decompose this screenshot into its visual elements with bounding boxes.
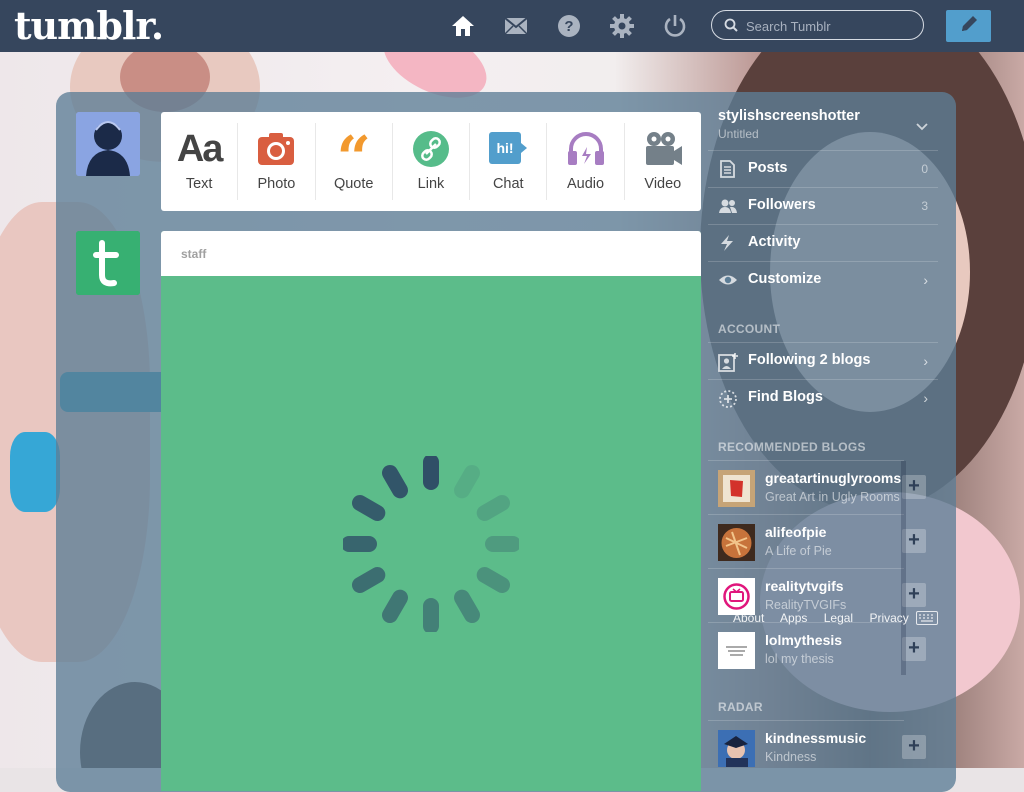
post-type-chat[interactable]: hi! Chat xyxy=(470,123,548,200)
link-icon xyxy=(412,129,450,169)
blog-description: Great Art in Ugly Rooms xyxy=(765,490,900,504)
footer-link-about[interactable]: About xyxy=(733,611,764,625)
account-heading: ACCOUNT xyxy=(718,322,781,336)
sidebar-item-label: Posts xyxy=(748,160,788,176)
blog-description: RealityTVGIFs xyxy=(765,598,847,612)
sidebar-item-activity[interactable]: Activity xyxy=(708,224,938,261)
post-type-bar: Aa Text Photo “ Quote Link hi! Chat Audi… xyxy=(161,112,701,211)
scroll-shadow xyxy=(901,461,906,675)
loading-spinner-icon xyxy=(343,456,519,632)
gear-icon[interactable] xyxy=(609,13,635,39)
help-icon[interactable]: ? xyxy=(556,13,582,39)
blog-avatar xyxy=(718,578,755,615)
post-type-video[interactable]: Video xyxy=(625,123,701,200)
sidebar-item-followers[interactable]: Followers 3 xyxy=(708,187,938,224)
quote-icon: “ xyxy=(336,124,371,194)
sidebar-item-label: Customize xyxy=(748,271,822,287)
compose-button[interactable] xyxy=(946,10,991,42)
search-box[interactable] xyxy=(711,10,924,40)
post-type-label: Link xyxy=(417,176,445,192)
recommended-blog-item[interactable]: alifeofpie A Life of Pie xyxy=(708,514,904,569)
tumblr-logo[interactable]: tumblr. xyxy=(14,4,164,48)
user-avatar[interactable] xyxy=(76,112,140,176)
chevron-right-icon: › xyxy=(923,390,928,406)
mail-icon[interactable] xyxy=(503,13,529,39)
post-type-audio[interactable]: Audio xyxy=(547,123,625,200)
sidebar-item-label: Followers xyxy=(748,197,816,213)
post-card: staff xyxy=(161,231,701,791)
chevron-right-icon: › xyxy=(923,272,928,288)
blog-name: lolmythesis xyxy=(765,632,843,648)
blog-name: realitytvgifs xyxy=(765,578,844,594)
blog-switcher[interactable]: stylishscreenshotter Untitled xyxy=(708,92,938,150)
footer-link-privacy[interactable]: Privacy xyxy=(869,611,908,625)
sidebar-item-posts[interactable]: Posts 0 xyxy=(708,150,938,187)
staff-avatar[interactable] xyxy=(76,231,140,295)
blog-avatar xyxy=(718,632,755,669)
post-header: staff xyxy=(161,231,701,276)
power-icon[interactable] xyxy=(662,13,688,39)
post-type-link[interactable]: Link xyxy=(393,123,471,200)
blog-name: stylishscreenshotter xyxy=(718,108,860,124)
camera-icon xyxy=(257,129,295,169)
eye-icon xyxy=(718,271,737,289)
post-type-text[interactable]: Aa Text xyxy=(161,123,239,200)
follow-plus-button[interactable]: + xyxy=(902,735,926,759)
home-icon[interactable] xyxy=(450,13,476,39)
recommended-blog-item[interactable]: lolmythesis lol my thesis xyxy=(708,622,904,677)
blog-name: kindnessmusic xyxy=(765,730,867,746)
sidebar-item-label: Following 2 blogs xyxy=(748,352,871,368)
sidebar-item-label: Find Blogs xyxy=(748,389,823,405)
recommended-heading: RECOMMENDED BLOGS xyxy=(718,440,866,454)
search-icon xyxy=(724,18,738,37)
svg-text:hi!: hi! xyxy=(497,140,514,156)
blog-description: lol my thesis xyxy=(765,652,834,666)
footer-link-legal[interactable]: Legal xyxy=(824,611,853,625)
sidebar-item-customize[interactable]: Customize › xyxy=(708,261,938,298)
svg-text:?: ? xyxy=(564,18,573,35)
recommended-blog-item[interactable]: greatartinuglyrooms Great Art in Ugly Ro… xyxy=(708,460,904,515)
post-type-label: Chat xyxy=(492,176,524,192)
blog-title: Untitled xyxy=(718,127,759,141)
posts-count: 0 xyxy=(921,162,928,176)
find-blogs-icon xyxy=(718,389,737,408)
footer-links: About Apps Legal Privacy xyxy=(733,611,922,625)
post-type-label: Audio xyxy=(567,176,605,192)
headphones-icon xyxy=(566,129,606,169)
blog-description: Kindness xyxy=(765,750,817,764)
followers-count: 3 xyxy=(921,199,928,213)
posts-icon xyxy=(718,160,736,178)
chat-icon: hi! xyxy=(488,129,528,169)
blog-name: alifeofpie xyxy=(765,524,827,540)
search-input[interactable] xyxy=(744,16,918,36)
post-type-label: Photo xyxy=(257,176,296,192)
chevron-right-icon: › xyxy=(923,353,928,369)
radar-heading: RADAR xyxy=(718,700,763,714)
sidebar-item-find-blogs[interactable]: Find Blogs › xyxy=(708,379,938,416)
post-type-label: Quote xyxy=(333,176,374,192)
top-navigation-bar: tumblr. ? xyxy=(0,0,1024,52)
chevron-down-icon xyxy=(916,118,928,136)
video-camera-icon xyxy=(643,129,683,169)
text-icon: Aa xyxy=(176,127,224,170)
blog-avatar xyxy=(718,730,755,767)
blog-description: A Life of Pie xyxy=(765,544,832,558)
sidebar-item-following[interactable]: Following 2 blogs › xyxy=(708,342,938,379)
following-icon xyxy=(718,352,738,372)
post-type-label: Video xyxy=(644,176,682,192)
post-type-photo[interactable]: Photo xyxy=(238,123,316,200)
followers-icon xyxy=(718,197,737,215)
blog-avatar xyxy=(718,470,755,507)
post-type-quote[interactable]: “ Quote xyxy=(316,123,393,200)
post-username[interactable]: staff xyxy=(181,247,206,261)
radar-blog-item[interactable]: kindnessmusic Kindness xyxy=(708,720,904,775)
blog-avatar xyxy=(718,524,755,561)
keyboard-icon[interactable] xyxy=(916,611,938,630)
sidebar-item-label: Activity xyxy=(748,234,801,250)
pencil-icon xyxy=(959,14,979,39)
post-type-label: Text xyxy=(185,176,213,192)
lightning-icon xyxy=(718,234,736,252)
footer-link-apps[interactable]: Apps xyxy=(780,611,807,625)
blog-name: greatartinuglyrooms xyxy=(765,470,902,486)
